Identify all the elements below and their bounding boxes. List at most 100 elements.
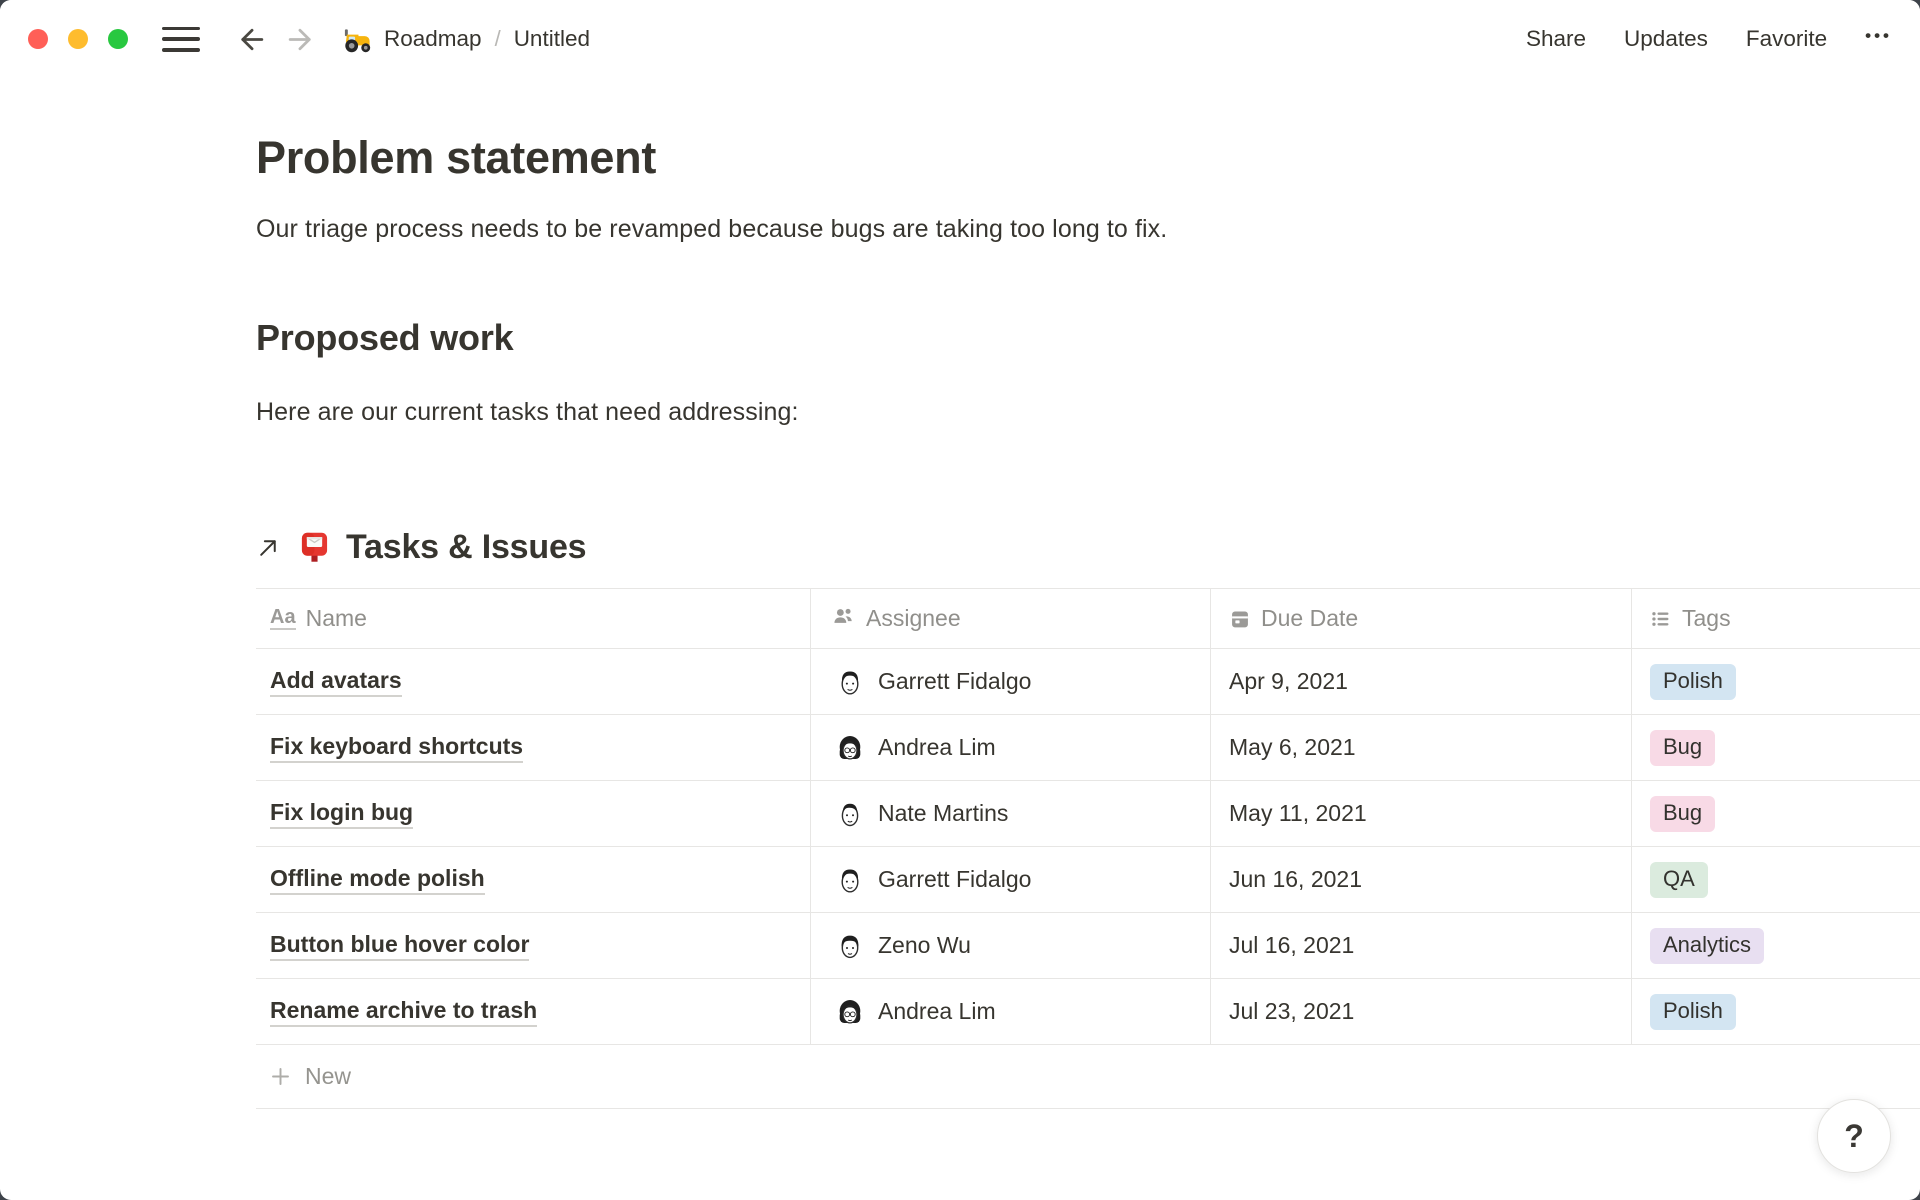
avatar — [834, 732, 866, 764]
due-date-value: May 6, 2021 — [1229, 734, 1356, 761]
tags-cell[interactable]: Bug — [1632, 781, 1920, 846]
assignee-cell[interactable]: Garrett Fidalgo — [811, 847, 1211, 912]
page-body: Problem statement Our triage process nee… — [0, 132, 1920, 1109]
tasks-table: Aa Name Assignee Due Date — [256, 588, 1920, 1109]
assignee-cell[interactable]: Nate Martins — [811, 781, 1211, 846]
app-window: Roadmap / Untitled Share Updates Favorit… — [0, 0, 1920, 1200]
forward-arrow-icon[interactable] — [285, 23, 318, 56]
database-title[interactable]: Tasks & Issues — [346, 528, 586, 567]
assignee-cell[interactable]: Garrett Fidalgo — [811, 649, 1211, 714]
history-nav — [234, 23, 318, 56]
assignee-name: Zeno Wu — [878, 932, 971, 959]
help-button[interactable]: ? — [1817, 1099, 1891, 1173]
tags-cell[interactable]: QA — [1632, 847, 1920, 912]
column-header-label: Due Date — [1261, 605, 1358, 632]
assignee-name: Andrea Lim — [878, 734, 996, 761]
task-name-link[interactable]: Button blue hover color — [270, 931, 529, 961]
column-header-tags[interactable]: Tags — [1632, 589, 1920, 648]
table-row: Fix keyboard shortcuts Andrea Lim May 6,… — [256, 715, 1920, 781]
updates-button[interactable]: Updates — [1624, 26, 1708, 52]
due-date-cell[interactable]: Jul 16, 2021 — [1211, 913, 1632, 978]
favorite-button[interactable]: Favorite — [1746, 26, 1827, 52]
column-header-label: Name — [306, 605, 367, 632]
task-name-link[interactable]: Fix keyboard shortcuts — [270, 733, 523, 763]
window-controls — [28, 29, 128, 49]
tags-cell[interactable]: Analytics — [1632, 913, 1920, 978]
sidebar-toggle-icon[interactable] — [162, 27, 200, 52]
list-property-icon — [1650, 608, 1672, 630]
tag-pill: Bug — [1650, 730, 1715, 766]
tractor-icon — [342, 24, 373, 55]
task-name-cell[interactable]: Button blue hover color — [256, 913, 811, 978]
breadcrumb-current[interactable]: Untitled — [514, 26, 590, 52]
assignee-name: Garrett Fidalgo — [878, 668, 1031, 695]
assignee-cell[interactable]: Zeno Wu — [811, 913, 1211, 978]
due-date-cell[interactable]: May 11, 2021 — [1211, 781, 1632, 846]
top-bar-actions: Share Updates Favorite ••• — [1526, 26, 1892, 52]
assignee-name: Nate Martins — [878, 800, 1008, 827]
table-header-row: Aa Name Assignee Due Date — [256, 589, 1920, 649]
tag-pill: Polish — [1650, 664, 1736, 700]
tag-pill: Analytics — [1650, 928, 1764, 964]
due-date-value: Jul 23, 2021 — [1229, 998, 1354, 1025]
due-date-value: Jun 16, 2021 — [1229, 866, 1362, 893]
due-date-value: May 11, 2021 — [1229, 800, 1367, 827]
task-name-cell[interactable]: Add avatars — [256, 649, 811, 714]
top-bar-left: Roadmap / Untitled — [28, 23, 590, 56]
open-as-page-arrow-icon[interactable] — [256, 535, 281, 560]
avatar — [834, 930, 866, 962]
avatar — [834, 996, 866, 1028]
tags-cell[interactable]: Polish — [1632, 649, 1920, 714]
due-date-cell[interactable]: Jun 16, 2021 — [1211, 847, 1632, 912]
assignee-cell[interactable]: Andrea Lim — [811, 715, 1211, 780]
task-name-link[interactable]: Rename archive to trash — [270, 997, 537, 1027]
task-name-link[interactable]: Add avatars — [270, 667, 402, 697]
tag-pill: Bug — [1650, 796, 1715, 832]
task-name-cell[interactable]: Offline mode polish — [256, 847, 811, 912]
task-name-cell[interactable]: Rename archive to trash — [256, 979, 811, 1044]
task-name-link[interactable]: Fix login bug — [270, 799, 413, 829]
zoom-window-button[interactable] — [108, 29, 128, 49]
close-window-button[interactable] — [28, 29, 48, 49]
due-date-value: Jul 16, 2021 — [1229, 932, 1354, 959]
table-row: Fix login bug Nate Martins May 11, 2021 … — [256, 781, 1920, 847]
back-arrow-icon[interactable] — [234, 23, 267, 56]
breadcrumb-root[interactable]: Roadmap — [384, 26, 482, 52]
new-row-button[interactable]: New — [256, 1045, 1920, 1109]
heading-proposed-work: Proposed work — [256, 317, 1920, 359]
share-button[interactable]: Share — [1526, 26, 1586, 52]
assignee-cell[interactable]: Andrea Lim — [811, 979, 1211, 1044]
calendar-property-icon — [1229, 608, 1251, 630]
table-row: Button blue hover color Zeno Wu Jul 16, … — [256, 913, 1920, 979]
due-date-cell[interactable]: May 6, 2021 — [1211, 715, 1632, 780]
tags-cell[interactable]: Polish — [1632, 979, 1920, 1044]
new-row-label: New — [305, 1063, 351, 1090]
paragraph-proposed: Here are our current tasks that need add… — [256, 398, 1920, 427]
tags-cell[interactable]: Bug — [1632, 715, 1920, 780]
due-date-cell[interactable]: Jul 23, 2021 — [1211, 979, 1632, 1044]
column-header-due-date[interactable]: Due Date — [1211, 589, 1632, 648]
person-property-icon — [832, 605, 854, 633]
paragraph-problem: Our triage process needs to be revamped … — [256, 215, 1920, 244]
task-name-cell[interactable]: Fix login bug — [256, 781, 811, 846]
column-header-name[interactable]: Aa Name — [256, 589, 811, 648]
avatar — [834, 864, 866, 896]
heading-problem-statement: Problem statement — [256, 132, 1920, 184]
table-row: Offline mode polish Garrett Fidalgo Jun … — [256, 847, 1920, 913]
task-name-link[interactable]: Offline mode polish — [270, 865, 485, 895]
column-header-label: Assignee — [866, 605, 961, 632]
more-options-button[interactable]: ••• — [1865, 26, 1892, 52]
task-name-cell[interactable]: Fix keyboard shortcuts — [256, 715, 811, 780]
tag-pill: Polish — [1650, 994, 1736, 1030]
due-date-value: Apr 9, 2021 — [1229, 668, 1348, 695]
postbox-icon — [297, 530, 332, 565]
breadcrumb: Roadmap / Untitled — [342, 24, 590, 55]
column-header-label: Tags — [1682, 605, 1731, 632]
top-bar: Roadmap / Untitled Share Updates Favorit… — [0, 0, 1920, 78]
assignee-name: Garrett Fidalgo — [878, 866, 1031, 893]
table-rows: Add avatars Garrett Fidalgo Apr 9, 2021 … — [256, 649, 1920, 1045]
due-date-cell[interactable]: Apr 9, 2021 — [1211, 649, 1632, 714]
minimize-window-button[interactable] — [68, 29, 88, 49]
column-header-assignee[interactable]: Assignee — [811, 589, 1211, 648]
avatar — [834, 666, 866, 698]
